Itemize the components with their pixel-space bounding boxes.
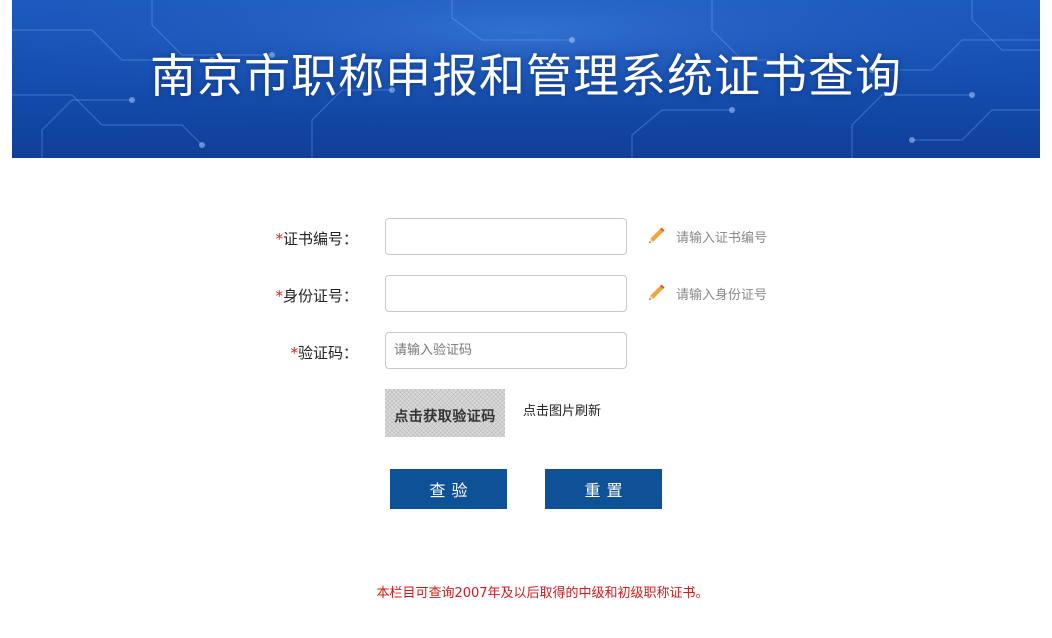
cert-number-input[interactable] [385,218,627,255]
label-colon: ： [342,287,358,305]
id-number-label: *身份证号： [272,285,358,306]
id-number-hint: 请输入身份证号 [646,283,767,303]
cert-number-hint: 请输入证书编号 [646,226,767,246]
header-banner: 南京市职称申报和管理系统证书查询 [12,0,1040,158]
label-colon: ： [342,230,358,248]
cert-number-label-text: 证书编号 [282,230,343,248]
id-number-label-text: 身份证号 [282,287,343,305]
page-title: 南京市职称申报和管理系统证书查询 [150,49,902,103]
id-number-input[interactable] [385,275,627,312]
id-number-hint-text: 请输入身份证号 [676,287,768,303]
captcha-label: *验证码： [272,342,358,363]
notice-text: 本栏目可查询2007年及以后取得的中级和初级职称证书。 [376,586,709,601]
required-mark: * [275,230,283,248]
captcha-image-text: 点击获取验证码 [394,409,496,425]
cert-number-label: *证书编号： [272,228,358,249]
required-mark: * [275,287,283,305]
captcha-input[interactable] [385,332,627,369]
captcha-label-text: 验证码 [297,344,343,362]
label-colon: ： [342,344,358,362]
query-button[interactable]: 查验 [390,469,507,509]
pencil-icon [649,227,665,243]
pencil-icon [649,284,665,300]
reset-button[interactable]: 重置 [545,469,662,509]
page: 南京市职称申报和管理系统证书查询 *证书编号： 请输入证书编号 *身份证号： 请… [0,0,1052,638]
captcha-refresh-text: 点击图片刷新 [523,404,602,419]
captcha-image[interactable]: 点击获取验证码 [385,389,505,437]
required-mark: * [290,344,298,362]
cert-number-hint-text: 请输入证书编号 [676,230,768,246]
